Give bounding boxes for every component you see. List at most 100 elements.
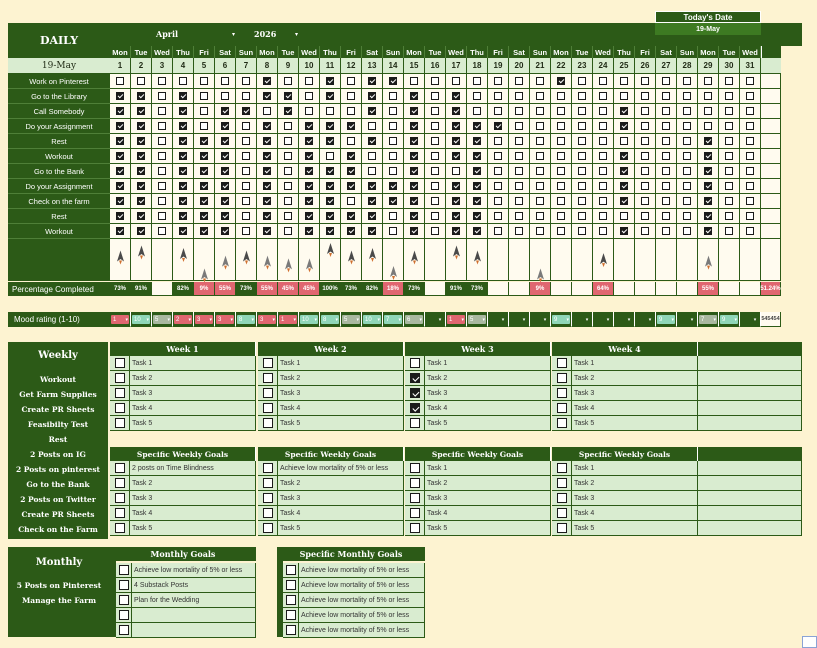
daily-checkbox[interactable]	[557, 197, 565, 205]
daily-checkbox[interactable]	[137, 137, 145, 145]
daily-checkbox[interactable]	[200, 197, 208, 205]
daily-checkbox[interactable]	[662, 107, 670, 115]
mood-chip[interactable]: 3 ▾	[195, 315, 213, 324]
daily-checkbox[interactable]	[536, 92, 544, 100]
daily-checkbox[interactable]	[683, 227, 691, 235]
daily-checkbox[interactable]	[494, 227, 502, 235]
daily-checkbox[interactable]	[158, 182, 166, 190]
daily-checkbox[interactable]	[599, 92, 607, 100]
weekly-task-label[interactable]: Task 5	[130, 416, 256, 431]
daily-checkbox[interactable]	[599, 167, 607, 175]
daily-checkbox[interactable]	[641, 182, 649, 190]
weekly-goal-label[interactable]: Task 3	[130, 491, 256, 506]
weekly-task-checkbox[interactable]	[557, 403, 567, 413]
daily-checkbox[interactable]	[242, 167, 250, 175]
daily-checkbox[interactable]	[641, 152, 649, 160]
daily-checkbox[interactable]	[410, 137, 418, 145]
daily-checkbox[interactable]	[326, 212, 334, 220]
daily-checkbox[interactable]	[599, 212, 607, 220]
weekly-goal-label[interactable]: Task 4	[130, 506, 256, 521]
daily-checkbox[interactable]	[620, 182, 628, 190]
daily-checkbox[interactable]	[662, 92, 670, 100]
daily-checkbox[interactable]	[557, 167, 565, 175]
mood-chip[interactable]: 10 ▾	[363, 315, 381, 324]
daily-checkbox[interactable]	[179, 152, 187, 160]
daily-checkbox[interactable]	[746, 197, 754, 205]
daily-checkbox[interactable]	[431, 107, 439, 115]
daily-checkbox[interactable]	[725, 152, 733, 160]
weekly-task-checkbox[interactable]	[410, 358, 420, 368]
weekly-task-label[interactable]: Task 2	[572, 371, 698, 386]
daily-checkbox[interactable]	[200, 107, 208, 115]
mood-chip[interactable]: 7 ▾	[384, 315, 402, 324]
daily-checkbox[interactable]	[137, 182, 145, 190]
daily-checkbox[interactable]	[704, 137, 712, 145]
daily-checkbox[interactable]	[158, 227, 166, 235]
daily-checkbox[interactable]	[620, 212, 628, 220]
monthly-goal-label[interactable]: Achieve low mortality of 5% or less	[132, 563, 256, 578]
daily-checkbox[interactable]	[746, 182, 754, 190]
daily-checkbox[interactable]	[452, 107, 460, 115]
weekly-task-checkbox[interactable]	[263, 388, 273, 398]
daily-checkbox[interactable]	[557, 107, 565, 115]
daily-checkbox[interactable]	[326, 197, 334, 205]
daily-checkbox[interactable]	[641, 212, 649, 220]
daily-checkbox[interactable]	[116, 107, 124, 115]
daily-checkbox[interactable]	[305, 122, 313, 130]
daily-checkbox[interactable]	[179, 122, 187, 130]
daily-checkbox[interactable]	[368, 77, 376, 85]
daily-checkbox[interactable]	[725, 107, 733, 115]
daily-checkbox[interactable]	[242, 92, 250, 100]
daily-checkbox[interactable]	[452, 167, 460, 175]
weekly-goal-checkbox[interactable]	[115, 463, 125, 473]
daily-checkbox[interactable]	[704, 212, 712, 220]
daily-checkbox[interactable]	[725, 122, 733, 130]
daily-checkbox[interactable]	[452, 152, 460, 160]
daily-checkbox[interactable]	[704, 152, 712, 160]
daily-checkbox[interactable]	[662, 197, 670, 205]
weekly-goal-label[interactable]: Task 2	[572, 476, 698, 491]
daily-checkbox[interactable]	[746, 227, 754, 235]
daily-checkbox[interactable]	[746, 152, 754, 160]
daily-checkbox[interactable]	[578, 107, 586, 115]
daily-checkbox[interactable]	[452, 122, 460, 130]
weekly-goal-label[interactable]: Task 5	[572, 521, 698, 536]
weekly-task-checkbox[interactable]	[263, 373, 273, 383]
daily-checkbox[interactable]	[494, 122, 502, 130]
daily-checkbox[interactable]	[326, 92, 334, 100]
mood-chip[interactable]: 2 ▾	[174, 315, 192, 324]
daily-checkbox[interactable]	[599, 137, 607, 145]
daily-checkbox[interactable]	[473, 197, 481, 205]
daily-checkbox[interactable]	[305, 212, 313, 220]
weekly-goal-label[interactable]: Task 5	[278, 521, 404, 536]
daily-checkbox[interactable]	[494, 77, 502, 85]
daily-checkbox[interactable]	[137, 92, 145, 100]
mood-chip[interactable]: 9 ▾	[720, 315, 738, 324]
daily-checkbox[interactable]	[536, 227, 544, 235]
daily-checkbox[interactable]	[683, 152, 691, 160]
daily-checkbox[interactable]	[179, 77, 187, 85]
specific-monthly-checkbox[interactable]	[286, 580, 296, 590]
weekly-task-checkbox[interactable]	[557, 418, 567, 428]
daily-checkbox[interactable]	[221, 122, 229, 130]
weekly-goal-checkbox[interactable]	[263, 508, 273, 518]
weekly-goal-checkbox[interactable]	[557, 478, 567, 488]
mood-chip[interactable]: 9 ▾	[657, 315, 675, 324]
daily-checkbox[interactable]	[431, 77, 439, 85]
daily-checkbox[interactable]	[179, 182, 187, 190]
daily-checkbox[interactable]	[389, 182, 397, 190]
daily-checkbox[interactable]	[557, 212, 565, 220]
daily-checkbox[interactable]	[347, 227, 355, 235]
daily-checkbox[interactable]	[431, 92, 439, 100]
weekly-goal-checkbox[interactable]	[115, 523, 125, 533]
daily-checkbox[interactable]	[578, 77, 586, 85]
daily-checkbox[interactable]	[452, 137, 460, 145]
daily-checkbox[interactable]	[746, 137, 754, 145]
daily-checkbox[interactable]	[368, 167, 376, 175]
daily-checkbox[interactable]	[494, 212, 502, 220]
weekly-goal-checkbox[interactable]	[557, 493, 567, 503]
daily-checkbox[interactable]	[410, 92, 418, 100]
daily-checkbox[interactable]	[305, 92, 313, 100]
daily-checkbox[interactable]	[410, 152, 418, 160]
daily-checkbox[interactable]	[683, 137, 691, 145]
